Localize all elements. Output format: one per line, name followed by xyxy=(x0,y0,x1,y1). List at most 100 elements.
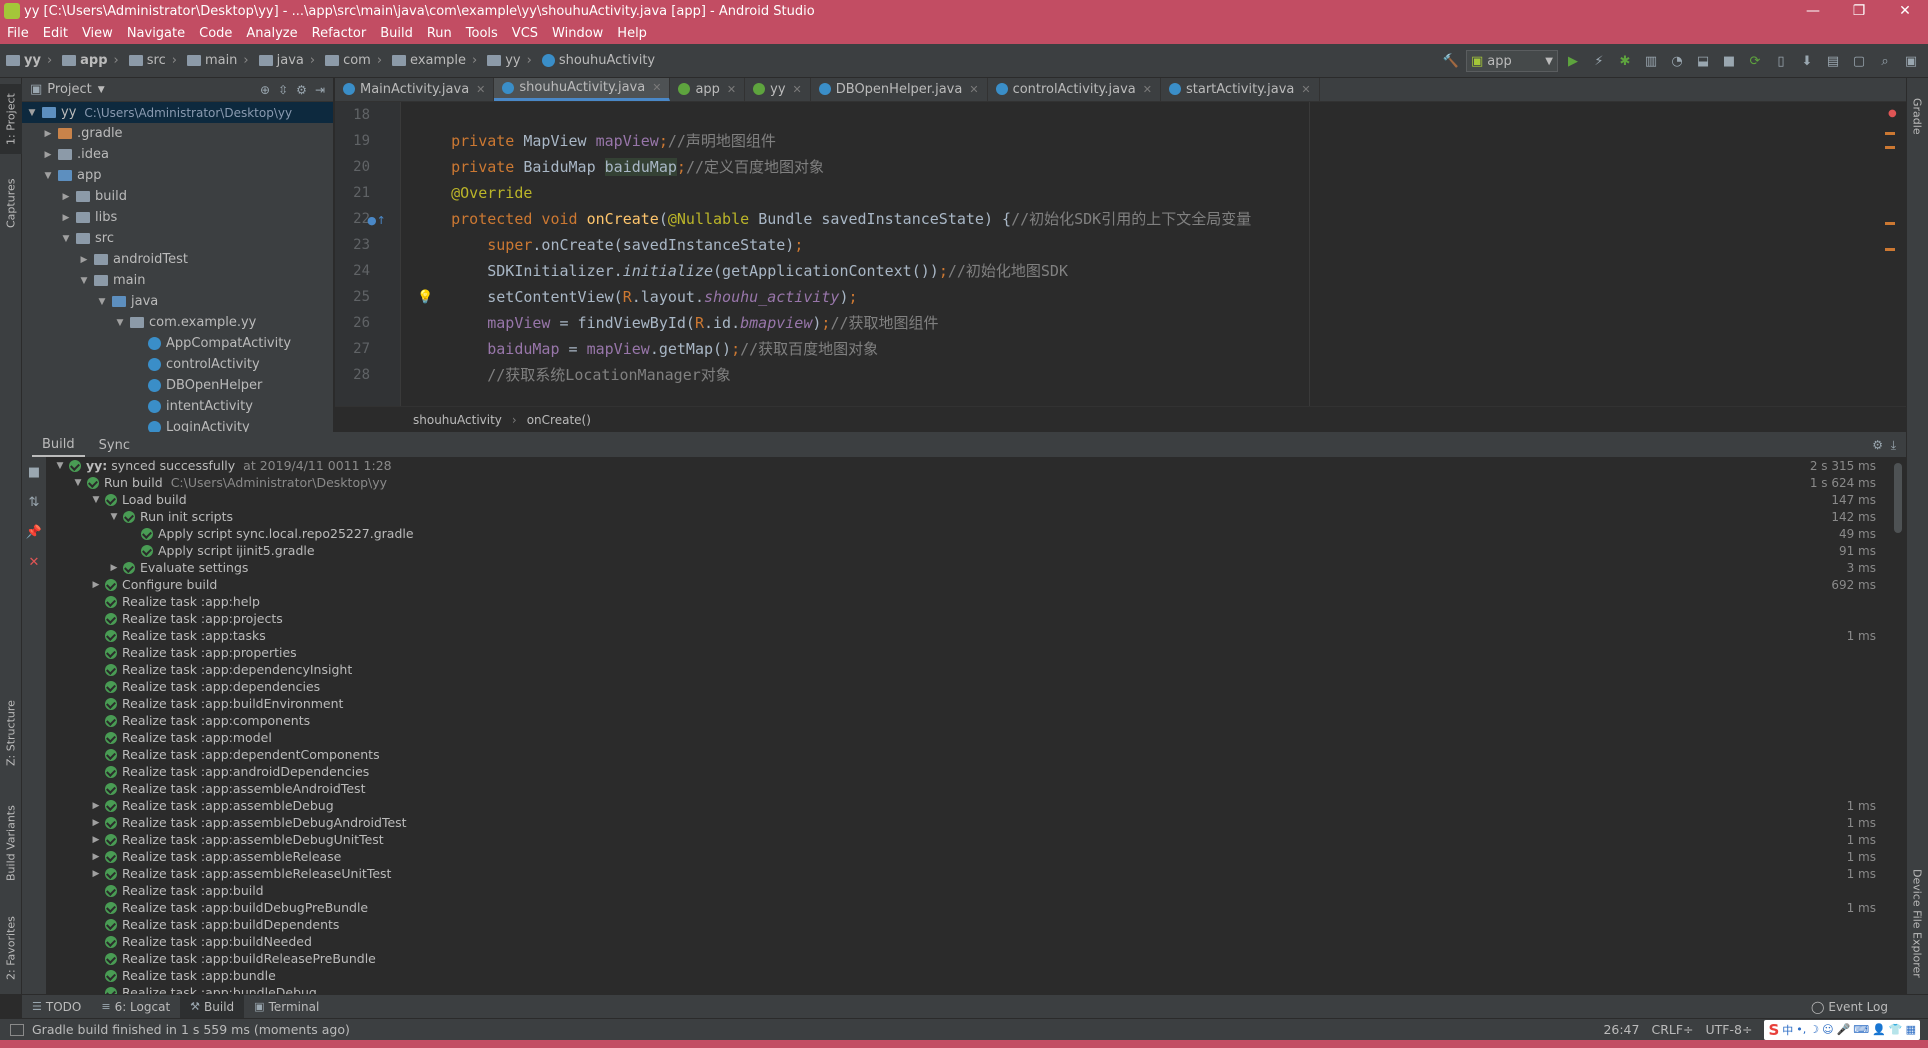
run-icon[interactable]: ▶ xyxy=(1562,50,1584,72)
tree-item-intentactivity[interactable]: intentActivity xyxy=(22,396,333,417)
tree-item-androidtest[interactable]: ▶ androidTest xyxy=(22,249,333,270)
tree-item-gradle[interactable]: ▶ .gradle xyxy=(22,123,333,144)
chevron-down-icon[interactable]: ▼ xyxy=(26,108,38,118)
toggle-view-icon[interactable]: ⇅ xyxy=(22,487,46,517)
tree-item-controlactivity[interactable]: controlActivity xyxy=(22,354,333,375)
profile-icon[interactable]: ◔ xyxy=(1666,50,1688,72)
tree-item-loginactivity[interactable]: LoginActivity xyxy=(22,417,333,432)
sync-gradle-icon[interactable]: ⟳ xyxy=(1744,50,1766,72)
tool-tab-build[interactable]: ⚒ Build xyxy=(180,994,245,1019)
tool-tab-build-variants[interactable]: Build Variants xyxy=(0,788,22,898)
tree-item-src[interactable]: ▼ src xyxy=(22,228,333,249)
avd-manager-icon[interactable]: ▯ xyxy=(1770,50,1792,72)
close-icon[interactable]: ✕ xyxy=(793,83,802,96)
nav-crumb-yy-package[interactable]: yy › xyxy=(481,53,536,68)
stop-icon[interactable]: ■ xyxy=(1718,50,1740,72)
search-icon[interactable]: ⌕ xyxy=(1874,50,1896,72)
chevron-down-icon[interactable]: ▼ xyxy=(98,85,105,95)
project-view-select[interactable]: Project xyxy=(47,82,91,97)
tab-startactivity[interactable]: startActivity.java ✕ xyxy=(1161,78,1320,101)
tab-controlactivity[interactable]: controlActivity.java ✕ xyxy=(988,78,1161,101)
menu-tools[interactable]: Tools xyxy=(459,26,505,41)
run-configuration-select[interactable]: ▣ app ▼ xyxy=(1466,50,1558,72)
close-button[interactable]: ✕ xyxy=(1882,0,1928,22)
menu-vcs[interactable]: VCS xyxy=(505,26,545,41)
build-row[interactable]: ▶ Evaluate settings 3 ms xyxy=(54,559,1876,576)
menu-view[interactable]: View xyxy=(75,26,120,41)
tree-item-libs[interactable]: ▶ libs xyxy=(22,207,333,228)
build-row[interactable]: ▶ Realize task :app:assembleReleaseUnitTe… xyxy=(54,865,1876,882)
close-icon[interactable]: ✕ xyxy=(476,83,485,96)
tool-tab-gradle[interactable]: Gradle xyxy=(1906,86,1928,146)
close-icon[interactable]: ✕ xyxy=(727,83,736,96)
menu-build[interactable]: Build xyxy=(373,26,420,41)
build-row[interactable]: Realize task :app:assembleAndroidTest xyxy=(54,780,1876,797)
build-row[interactable]: ▼ Load build 147 ms xyxy=(54,491,1876,508)
build-row[interactable]: Realize task :app:dependencies xyxy=(54,678,1876,695)
tool-windows-icon[interactable] xyxy=(10,1023,24,1036)
chevron-down-icon[interactable]: ▼ xyxy=(54,461,66,471)
breadcrumb-method[interactable]: onCreate() xyxy=(527,413,591,427)
build-row[interactable]: Realize task :app:properties xyxy=(54,644,1876,661)
make-project-icon[interactable]: 🔨 xyxy=(1440,50,1462,72)
nav-crumb-yy[interactable]: yy › xyxy=(0,53,56,68)
nav-crumb-shouhuactivity[interactable]: shouhuActivity xyxy=(536,53,659,68)
chevron-right-icon[interactable]: ▶ xyxy=(78,255,90,265)
tool-tab-device-file-explorer[interactable]: Device File Explorer xyxy=(1906,858,1928,988)
tab-shouhuactivity[interactable]: shouhuActivity.java ✕ xyxy=(494,78,671,101)
build-row[interactable]: Realize task :app:buildEnvironment xyxy=(54,695,1876,712)
chevron-right-icon[interactable]: ▶ xyxy=(90,869,102,879)
attach-debugger-icon[interactable]: ⬓ xyxy=(1692,50,1714,72)
chevron-right-icon[interactable]: ▶ xyxy=(90,801,102,811)
gear-icon[interactable]: ⚙ xyxy=(1872,438,1883,452)
build-row[interactable]: Realize task :app:projects xyxy=(54,610,1876,627)
file-encoding[interactable]: UTF-8÷ xyxy=(1706,1022,1753,1037)
build-row[interactable]: Realize task :app:buildReleasePreBundle xyxy=(54,950,1876,967)
tool-tab-todo[interactable]: ☰ TODO xyxy=(22,995,91,1019)
chevron-down-icon[interactable]: ▼ xyxy=(42,171,54,181)
project-structure-icon[interactable]: ▤ xyxy=(1822,50,1844,72)
menu-edit[interactable]: Edit xyxy=(36,26,75,41)
tool-tab-logcat[interactable]: ≡ 6: Logcat xyxy=(91,995,180,1019)
build-row[interactable]: ▶ Realize task :app:assembleDebugAndroidT… xyxy=(54,814,1876,831)
build-row[interactable]: Realize task :app:tasks 1 ms xyxy=(54,627,1876,644)
build-row[interactable]: Realize task :app:help xyxy=(54,593,1876,610)
close-icon[interactable]: ✕ xyxy=(969,83,978,96)
build-row[interactable]: Apply script sync.local.repo25227.gradle… xyxy=(54,525,1876,542)
collapse-all-icon[interactable]: ⇳ xyxy=(278,83,288,97)
menu-navigate[interactable]: Navigate xyxy=(120,26,192,41)
build-row[interactable]: ▶ Realize task :app:assembleRelease 1 ms xyxy=(54,848,1876,865)
menu-refactor[interactable]: Refactor xyxy=(305,26,374,41)
close-icon[interactable]: ✕ xyxy=(1143,83,1152,96)
nav-crumb-src[interactable]: src › xyxy=(123,53,181,68)
build-row[interactable]: ▼ Run build C:\Users\Administrator\Desktop… xyxy=(54,474,1876,491)
build-row[interactable]: ▶ Realize task :app:assembleDebug 1 ms xyxy=(54,797,1876,814)
nav-crumb-app[interactable]: app › xyxy=(56,53,123,68)
build-row[interactable]: Realize task :app:buildDebugPreBundle 1 m… xyxy=(54,899,1876,916)
locate-icon[interactable]: ⊕ xyxy=(260,83,270,97)
nav-crumb-java[interactable]: java › xyxy=(253,53,319,68)
chevron-right-icon[interactable]: ▶ xyxy=(60,192,72,202)
build-row[interactable]: ▶ Realize task :app:assembleDebugUnitTest… xyxy=(54,831,1876,848)
tree-item-dbopenhelper[interactable]: DBOpenHelper xyxy=(22,375,333,396)
chevron-right-icon[interactable]: ▶ xyxy=(90,852,102,862)
warning-marker[interactable] xyxy=(1885,132,1895,135)
caret-position[interactable]: 26:47 xyxy=(1603,1022,1639,1037)
chevron-down-icon[interactable]: ▼ xyxy=(90,495,102,505)
tool-tab-structure[interactable]: Z: Structure xyxy=(0,688,22,778)
override-marker-icon[interactable]: ●↑ xyxy=(367,214,386,227)
tree-item-appcompatactivity[interactable]: AppCompatActivity xyxy=(22,333,333,354)
menu-file[interactable]: File xyxy=(0,26,36,41)
menu-help[interactable]: Help xyxy=(610,26,654,41)
close-icon[interactable]: ✕ xyxy=(22,547,46,577)
chevron-right-icon[interactable]: ▶ xyxy=(90,580,102,590)
close-icon[interactable]: ✕ xyxy=(1301,83,1310,96)
apply-changes-icon[interactable]: ⚡ xyxy=(1588,50,1610,72)
nav-crumb-main[interactable]: main › xyxy=(181,53,253,68)
menu-run[interactable]: Run xyxy=(420,26,459,41)
tab-mainactivity[interactable]: MainActivity.java ✕ xyxy=(335,78,495,101)
tree-item-yy[interactable]: ▼ yy C:\Users\Administrator\Desktop\yy xyxy=(22,102,333,123)
sdk-manager-icon[interactable]: ⬇ xyxy=(1796,50,1818,72)
build-row[interactable]: ▶ Configure build 692 ms xyxy=(54,576,1876,593)
chevron-down-icon[interactable]: ▼ xyxy=(78,276,90,286)
